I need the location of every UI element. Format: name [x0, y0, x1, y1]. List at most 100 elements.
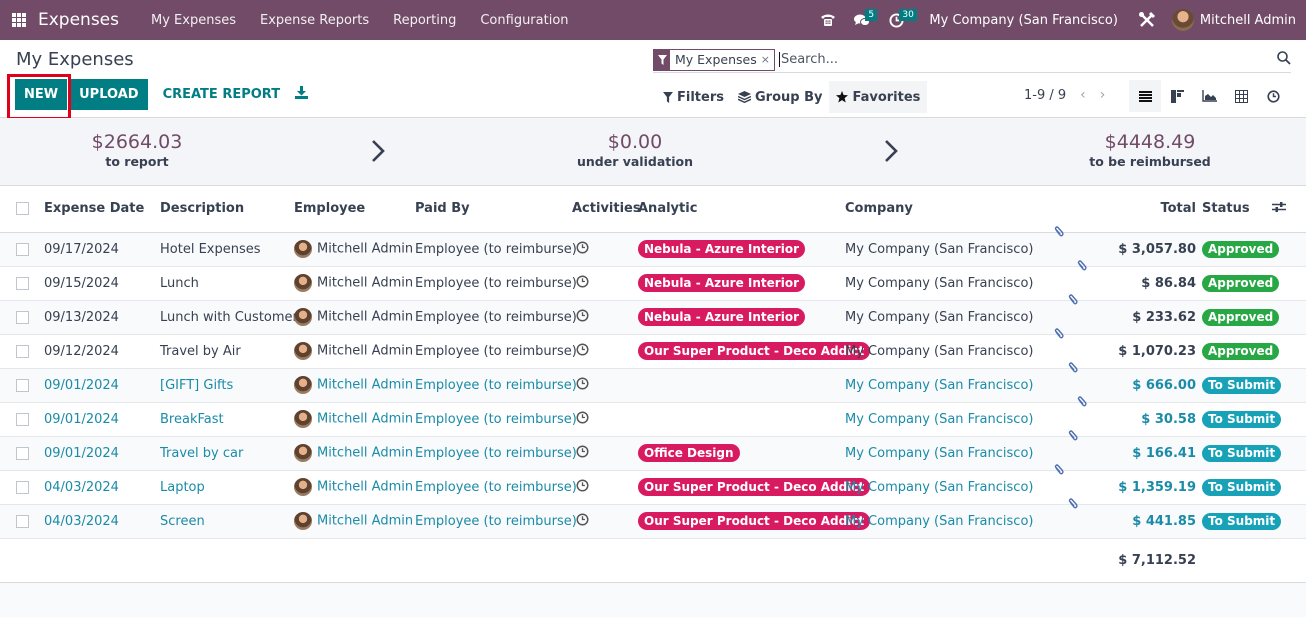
- table-row[interactable]: 09/01/2024 BreakFast Mitchell Admin Empl…: [0, 395, 1306, 436]
- menu-my-expenses[interactable]: My Expenses: [139, 13, 248, 28]
- row-checkbox[interactable]: [16, 310, 29, 324]
- column-status[interactable]: Status: [1202, 186, 1272, 233]
- filter-icon: [663, 91, 673, 103]
- status-badge: To Submit: [1202, 376, 1282, 394]
- total-cell: $ 86.84: [1078, 259, 1202, 300]
- activity-view-icon[interactable]: [1257, 80, 1289, 112]
- expense-description: Lunch with Customer: [160, 309, 298, 325]
- row-checkbox[interactable]: [16, 378, 29, 392]
- row-checkbox[interactable]: [16, 514, 29, 528]
- app-name[interactable]: Expenses: [38, 10, 119, 30]
- activity-cell[interactable]: [572, 368, 638, 402]
- paperclip-icon[interactable]: [1077, 395, 1087, 412]
- select-all-checkbox[interactable]: [16, 202, 29, 216]
- activity-cell[interactable]: [572, 232, 638, 266]
- upload-button[interactable]: UPLOAD: [70, 79, 148, 110]
- analytic-cell: Office Design: [638, 436, 845, 470]
- row-checkbox[interactable]: [16, 344, 29, 358]
- tools-icon[interactable]: [1130, 0, 1164, 40]
- activity-clock-icon: [576, 274, 589, 288]
- messages-count-badge: 5: [865, 9, 878, 21]
- row-checkbox[interactable]: [16, 242, 29, 256]
- menu-expense-reports[interactable]: Expense Reports: [248, 13, 381, 28]
- status-cell: To Submit: [1202, 504, 1282, 538]
- activity-cell[interactable]: [572, 266, 638, 300]
- activity-cell[interactable]: [572, 300, 638, 334]
- company-cell: My Company (San Francisco): [845, 411, 1034, 427]
- table-row[interactable]: 09/15/2024 Lunch Mitchell Admin Employee…: [0, 259, 1306, 300]
- row-checkbox[interactable]: [16, 446, 29, 460]
- menu-reporting[interactable]: Reporting: [381, 13, 468, 28]
- paid-by: Employee (to reimburse): [415, 445, 577, 461]
- employee-avatar: [294, 410, 312, 428]
- pager-previous-icon[interactable]: ‹: [1080, 87, 1086, 103]
- list-view-icon[interactable]: [1129, 80, 1161, 112]
- company-cell: My Company (San Francisco): [845, 241, 1034, 257]
- pivot-view-icon[interactable]: [1225, 80, 1257, 112]
- search-facet: My Expenses ×: [653, 48, 775, 71]
- total-amount: $ 1,070.23: [1118, 343, 1196, 359]
- table-row[interactable]: 09/01/2024 [GIFT] Gifts Mitchell Admin E…: [0, 361, 1306, 402]
- activity-cell[interactable]: [572, 470, 638, 504]
- paperclip-icon[interactable]: [1068, 429, 1078, 446]
- kanban-view-icon[interactable]: [1161, 80, 1193, 112]
- column-expense-date[interactable]: Expense Date: [44, 186, 160, 233]
- table-row[interactable]: 09/13/2024 Lunch with Customer Mitchell …: [0, 293, 1306, 334]
- user-menu[interactable]: Mitchell Admin: [1164, 9, 1296, 31]
- facet-remove-icon[interactable]: ×: [761, 53, 774, 66]
- paperclip-icon[interactable]: [1068, 293, 1078, 310]
- activity-cell[interactable]: [572, 402, 638, 436]
- total-amount: $ 441.85: [1132, 513, 1196, 529]
- table-row[interactable]: 09/17/2024 Hotel Expenses Mitchell Admin…: [0, 225, 1306, 266]
- column-analytic[interactable]: Analytic: [638, 186, 845, 233]
- paperclip-icon[interactable]: [1054, 225, 1064, 242]
- search-input[interactable]: [778, 52, 1291, 67]
- download-icon[interactable]: [295, 86, 309, 103]
- column-paid-by[interactable]: Paid By: [415, 186, 572, 233]
- table-row[interactable]: 09/12/2024 Travel by Air Mitchell Admin …: [0, 327, 1306, 368]
- paperclip-icon[interactable]: [1054, 327, 1064, 344]
- analytic-cell: Our Super Product - Deco Addict: [638, 334, 871, 368]
- activity-cell[interactable]: [572, 504, 638, 538]
- paperclip-icon[interactable]: [1077, 259, 1087, 276]
- company-switcher[interactable]: My Company (San Francisco): [913, 13, 1129, 28]
- summary-under-validation[interactable]: $0.00 under validation: [535, 130, 735, 170]
- user-avatar: [1171, 9, 1194, 31]
- phone-icon[interactable]: [811, 0, 845, 40]
- favorites-button[interactable]: Favorites: [829, 81, 928, 113]
- graph-view-icon[interactable]: [1193, 80, 1225, 112]
- optional-columns-toggle[interactable]: [1272, 186, 1306, 233]
- pager-next-icon[interactable]: ›: [1100, 87, 1106, 103]
- column-description[interactable]: Description: [160, 186, 294, 233]
- chevron-right-icon: [372, 140, 385, 162]
- table-row[interactable]: 04/03/2024 Screen Mitchell Admin Employe…: [0, 497, 1306, 538]
- menu-configuration[interactable]: Configuration: [468, 13, 580, 28]
- table-row[interactable]: 04/03/2024 Laptop Mitchell Admin Employe…: [0, 463, 1306, 504]
- activity-cell[interactable]: [572, 334, 638, 368]
- summary-to-report[interactable]: $2664.03 to report: [37, 130, 237, 170]
- activities-clock-icon[interactable]: 30: [879, 0, 917, 40]
- paperclip-icon[interactable]: [1068, 361, 1078, 378]
- column-company[interactable]: Company: [845, 186, 1085, 233]
- column-employee[interactable]: Employee: [294, 186, 415, 233]
- top-navbar: Expenses My Expenses Expense Reports Rep…: [0, 0, 1306, 40]
- paperclip-icon[interactable]: [1054, 463, 1064, 480]
- row-checkbox[interactable]: [16, 412, 29, 426]
- row-checkbox[interactable]: [16, 480, 29, 494]
- filters-button[interactable]: Filters: [656, 81, 731, 113]
- summary-to-be-reimbursed[interactable]: $4448.49 to be reimbursed: [1050, 130, 1250, 170]
- create-report-button[interactable]: CREATE REPORT: [154, 79, 290, 110]
- group-by-button[interactable]: Group By: [731, 81, 829, 113]
- pager-value[interactable]: 1-9 / 9: [1024, 88, 1066, 103]
- row-checkbox[interactable]: [16, 276, 29, 290]
- employee-cell: Mitchell Admin: [294, 504, 415, 538]
- employee-cell: Mitchell Admin: [294, 368, 415, 402]
- paperclip-icon[interactable]: [1068, 497, 1078, 514]
- activity-cell[interactable]: [572, 436, 638, 470]
- apps-menu-icon[interactable]: [12, 13, 26, 27]
- column-activities[interactable]: Activities: [572, 186, 641, 233]
- table-row[interactable]: 09/01/2024 Travel by car Mitchell Admin …: [0, 429, 1306, 470]
- messages-icon[interactable]: 5: [845, 0, 879, 40]
- column-total[interactable]: Total: [1085, 186, 1202, 233]
- search-icon[interactable]: [1277, 51, 1291, 69]
